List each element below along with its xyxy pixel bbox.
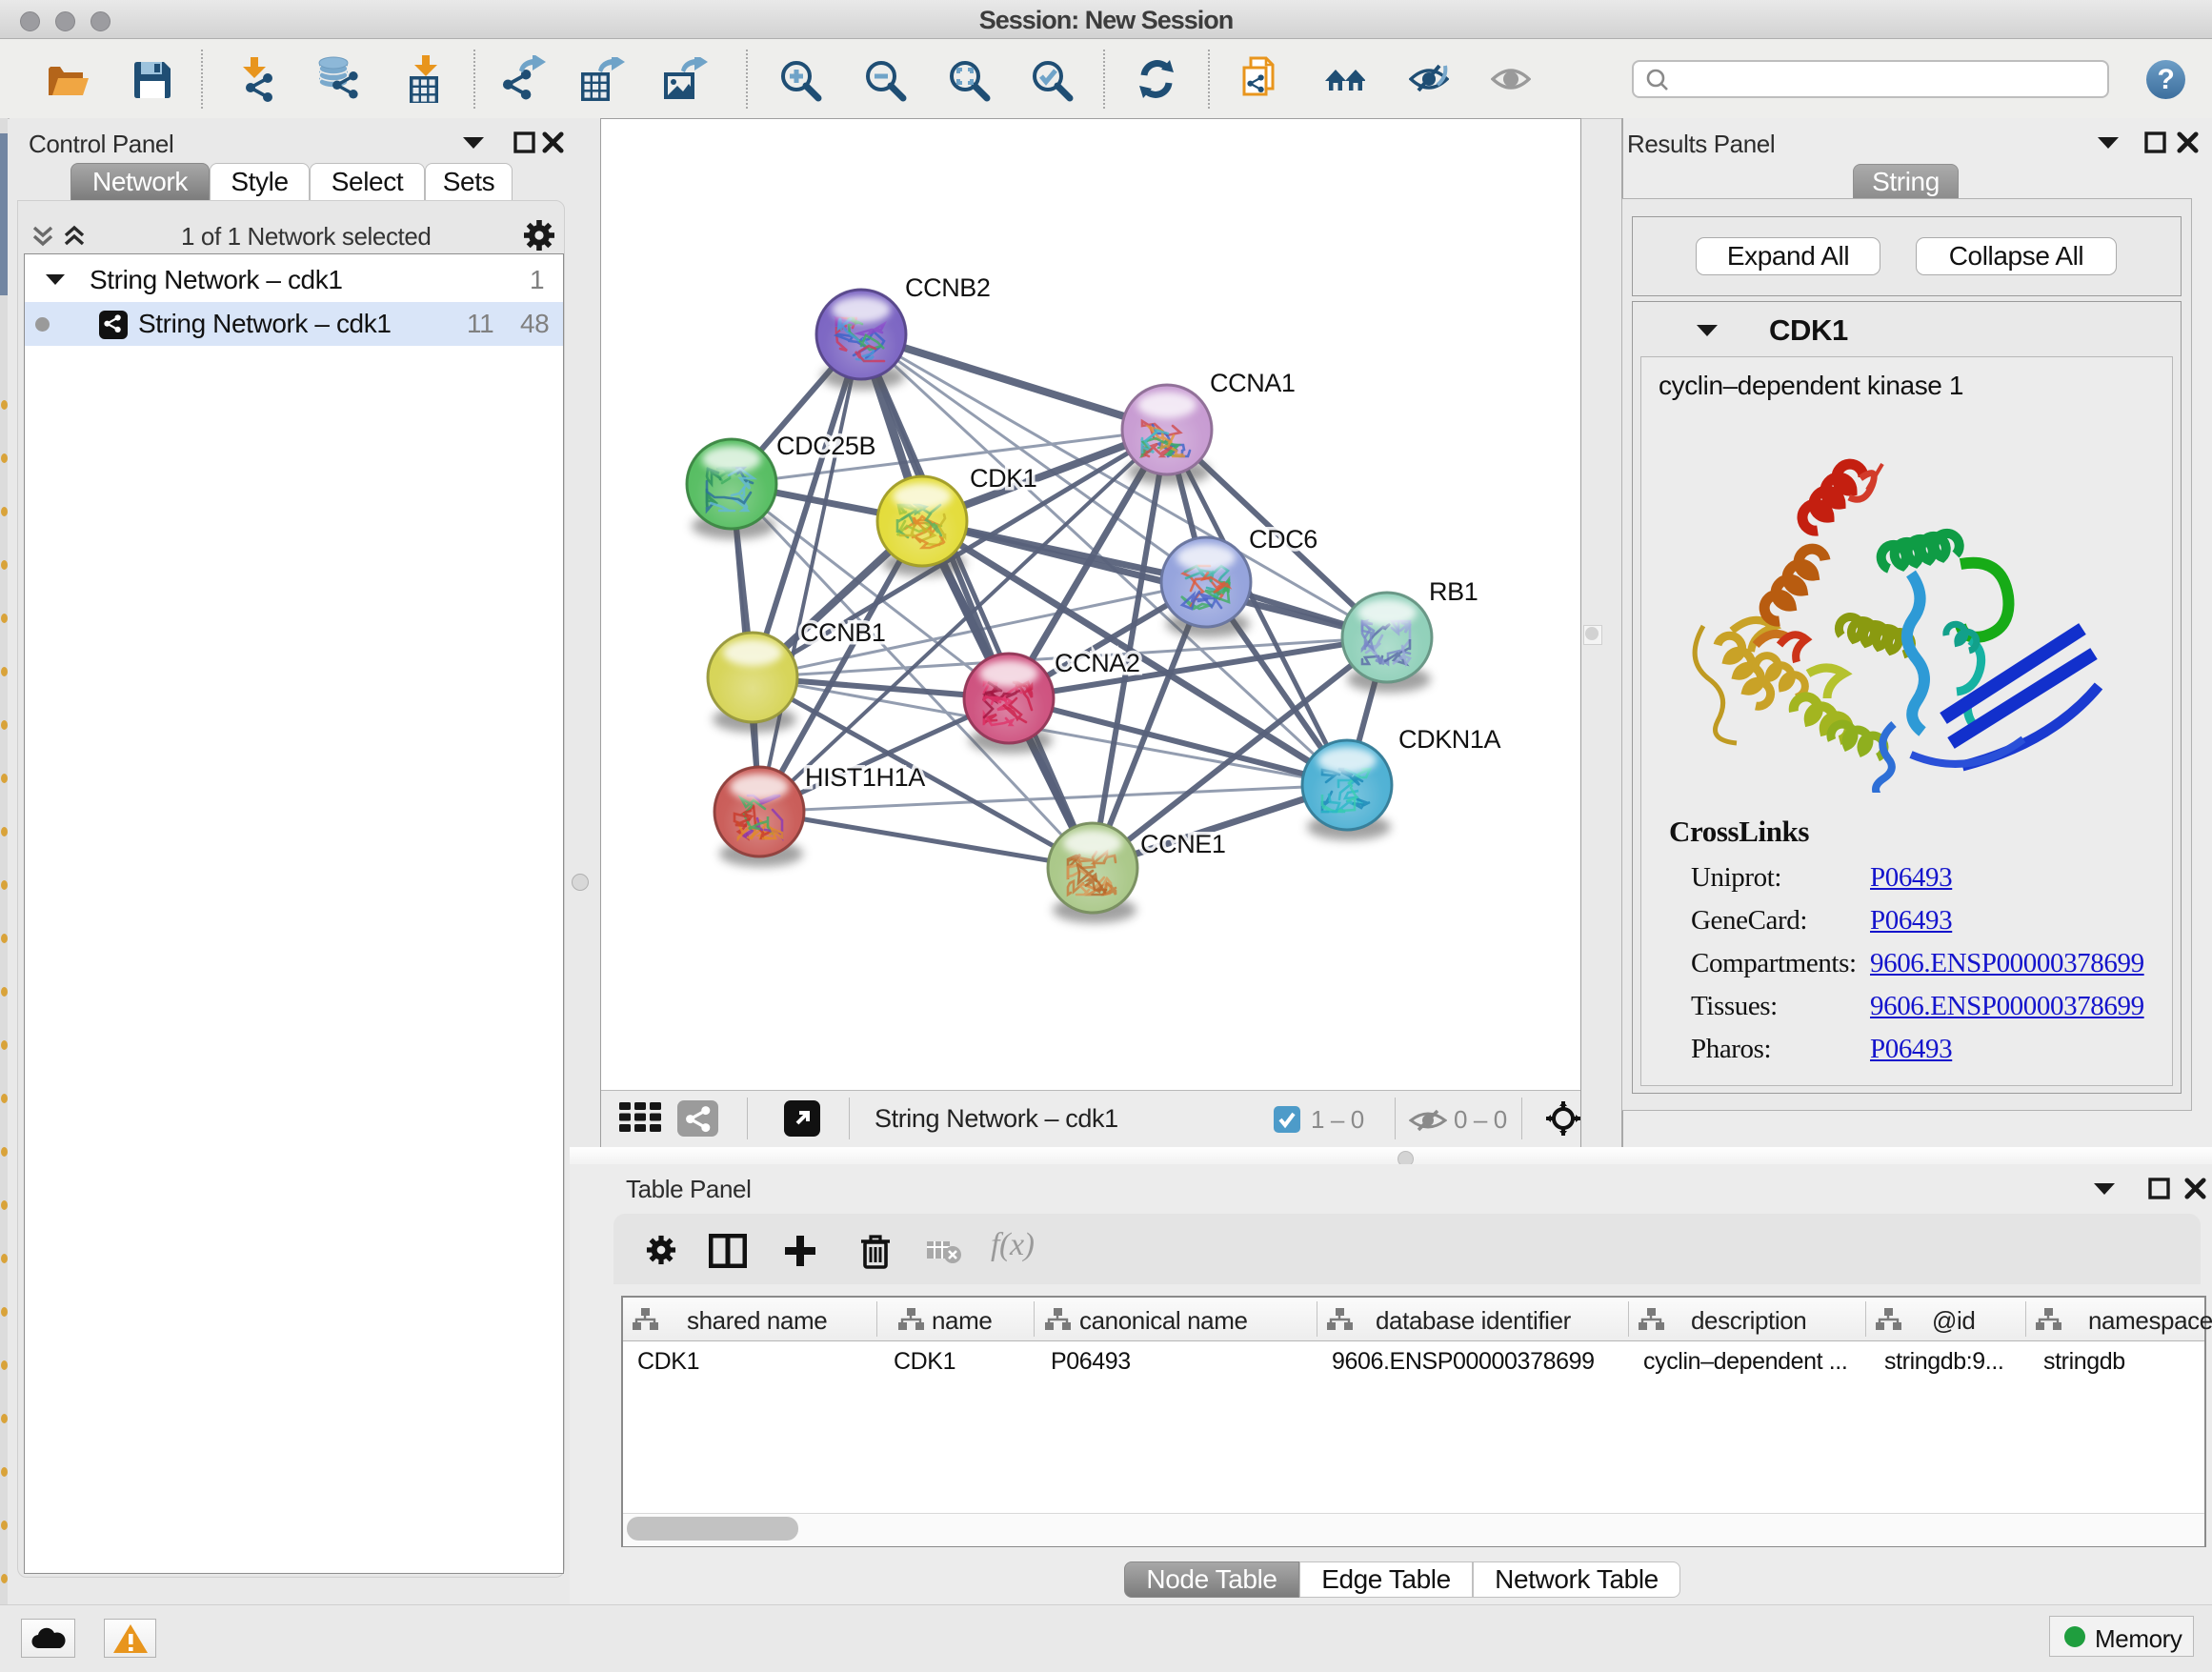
svg-text:CDC25B: CDC25B: [776, 432, 875, 460]
svg-text:CCNB1: CCNB1: [800, 618, 886, 647]
svg-text:CCNE1: CCNE1: [1140, 830, 1226, 858]
svg-text:CCNA2: CCNA2: [1055, 649, 1140, 677]
svg-text:CDK1: CDK1: [970, 464, 1036, 493]
svg-text:HIST1H1A: HIST1H1A: [805, 763, 925, 792]
svg-text:CCNB2: CCNB2: [905, 273, 991, 302]
svg-text:CCNA1: CCNA1: [1210, 369, 1296, 397]
svg-text:CDKN1A: CDKN1A: [1398, 725, 1501, 754]
svg-text:RB1: RB1: [1429, 577, 1478, 606]
svg-text:CDC6: CDC6: [1249, 525, 1317, 554]
